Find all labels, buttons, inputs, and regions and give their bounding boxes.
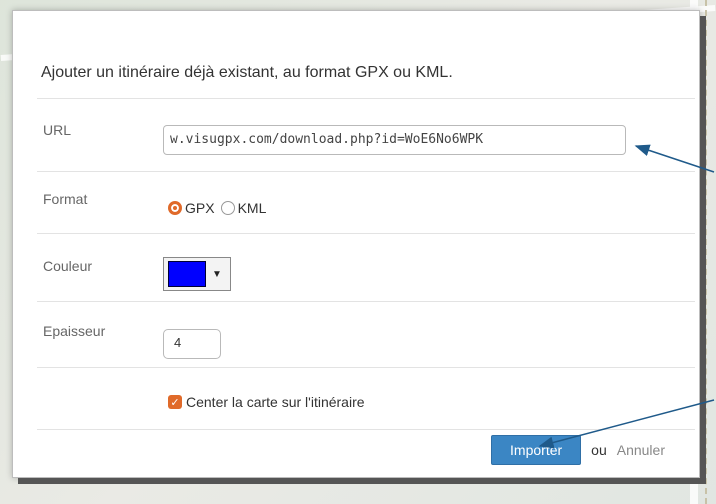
- center-map-option: ✓ Center la carte sur l'itinéraire: [168, 394, 365, 410]
- import-button[interactable]: Importer: [491, 435, 582, 465]
- cancel-link[interactable]: Annuler: [617, 442, 665, 458]
- radio-kml-label: KML: [237, 200, 267, 216]
- map-path: [705, 0, 707, 504]
- dropdown-caret-icon: ▼: [212, 268, 222, 280]
- format-label: Format: [43, 191, 88, 207]
- color-swatch: [168, 261, 206, 287]
- center-map-label: Center la carte sur l'itinéraire: [186, 394, 365, 410]
- color-picker[interactable]: ▼: [163, 257, 231, 291]
- dialog-intro: Ajouter un itinéraire déjà existant, au …: [41, 64, 453, 81]
- or-text: ou: [591, 442, 607, 458]
- divider: [37, 429, 695, 430]
- divider: [37, 171, 695, 172]
- divider: [37, 98, 695, 99]
- format-radio-group: GPX KML: [168, 200, 266, 216]
- thickness-input[interactable]: 4: [163, 329, 221, 359]
- radio-gpx-label: GPX: [185, 200, 215, 216]
- divider: [37, 301, 695, 302]
- url-input[interactable]: w.visugpx.com/download.php?id=WoE6No6WPK: [163, 125, 626, 155]
- color-label: Couleur: [43, 258, 93, 274]
- import-route-dialog: Ajouter un itinéraire déjà existant, au …: [12, 10, 700, 478]
- dialog-footer: Importer ou Annuler: [491, 435, 665, 465]
- divider: [37, 367, 695, 368]
- url-label: URL: [43, 122, 72, 138]
- radio-gpx[interactable]: [168, 201, 182, 215]
- radio-kml[interactable]: [220, 201, 235, 215]
- center-map-checkbox[interactable]: ✓: [168, 395, 182, 409]
- thickness-label: Epaisseur: [43, 323, 106, 339]
- divider: [37, 233, 695, 234]
